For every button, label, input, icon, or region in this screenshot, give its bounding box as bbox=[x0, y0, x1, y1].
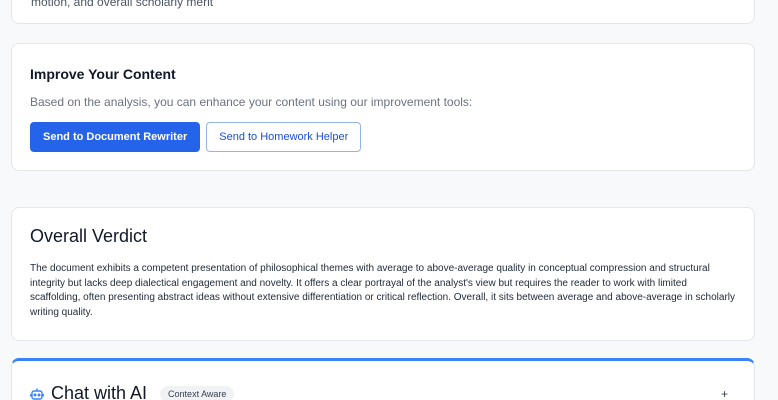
improve-actions: Send to Document Rewriter Send to Homewo… bbox=[30, 122, 736, 152]
bot-icon bbox=[30, 387, 44, 400]
improve-content-card: Improve Your Content Based on the analys… bbox=[11, 43, 755, 171]
verdict-title: Overall Verdict bbox=[30, 226, 148, 246]
chat-panel: Chat with AI Context Aware + bbox=[11, 358, 755, 400]
send-to-homework-helper-button[interactable]: Send to Homework Helper bbox=[206, 122, 362, 152]
verdict-body: The document exhibits a competent presen… bbox=[30, 263, 736, 318]
analysis-summary-text: motion, and overall scholarly merit bbox=[31, 0, 214, 9]
improve-description: Based on the analysis, you can enhance y… bbox=[30, 95, 473, 109]
overall-verdict-card: Overall Verdict The document exhibits a … bbox=[11, 207, 755, 341]
chat-header[interactable]: Chat with AI Context Aware bbox=[30, 383, 235, 400]
analysis-summary-card: motion, and overall scholarly merit bbox=[11, 0, 755, 24]
chat-title: Chat with AI bbox=[51, 383, 148, 400]
context-aware-badge: Context Aware bbox=[160, 385, 235, 400]
improve-title: Improve Your Content bbox=[30, 66, 176, 82]
expand-icon[interactable]: + bbox=[721, 387, 728, 400]
send-to-document-rewriter-button[interactable]: Send to Document Rewriter bbox=[30, 122, 201, 152]
